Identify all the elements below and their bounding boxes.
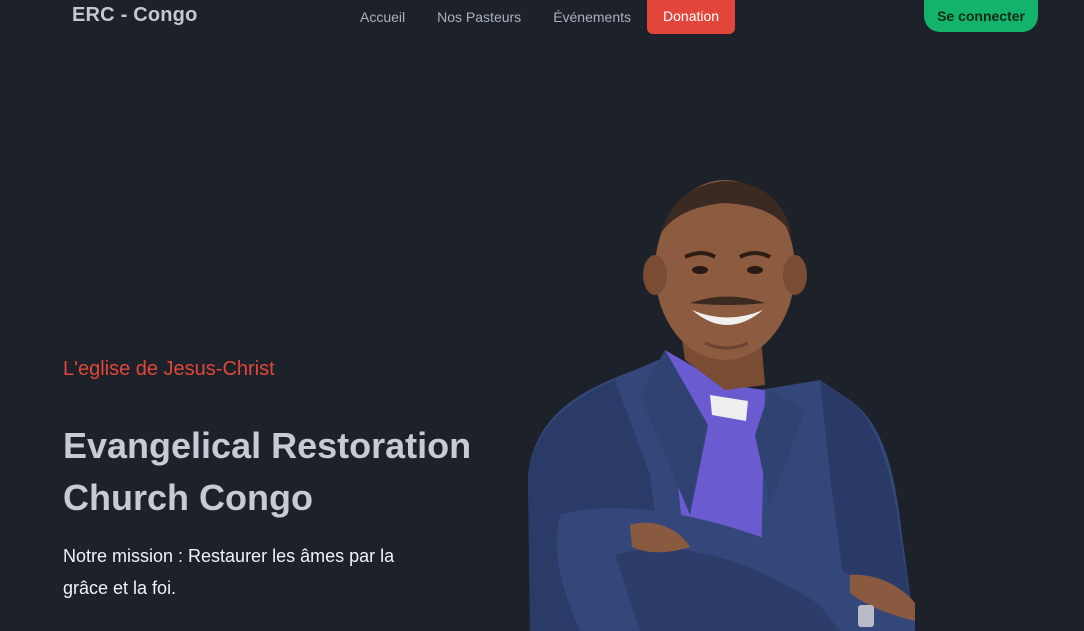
hero-mission: Notre mission : Restaurer les âmes par l… <box>63 546 395 598</box>
login-button[interactable]: Se connecter <box>924 0 1038 32</box>
donation-button[interactable]: Donation <box>647 0 736 34</box>
nav-link-home[interactable]: Accueil <box>344 9 421 25</box>
hero-tagline: L'eglise de Jesus-Christ <box>63 358 275 380</box>
pastor-portrait-image <box>528 180 915 631</box>
main-nav: Accueil Nos Pasteurs Événements Donation <box>344 0 736 34</box>
brand-logo[interactable]: ERC - Congo <box>72 4 198 27</box>
hero-title: Evangelical Restoration Church Congo <box>63 425 472 518</box>
nav-link-pastors[interactable]: Nos Pasteurs <box>421 9 537 25</box>
nav-link-events[interactable]: Événements <box>537 9 647 25</box>
page: ERC - Congo Accueil Nos Pasteurs Événeme… <box>0 0 1084 631</box>
